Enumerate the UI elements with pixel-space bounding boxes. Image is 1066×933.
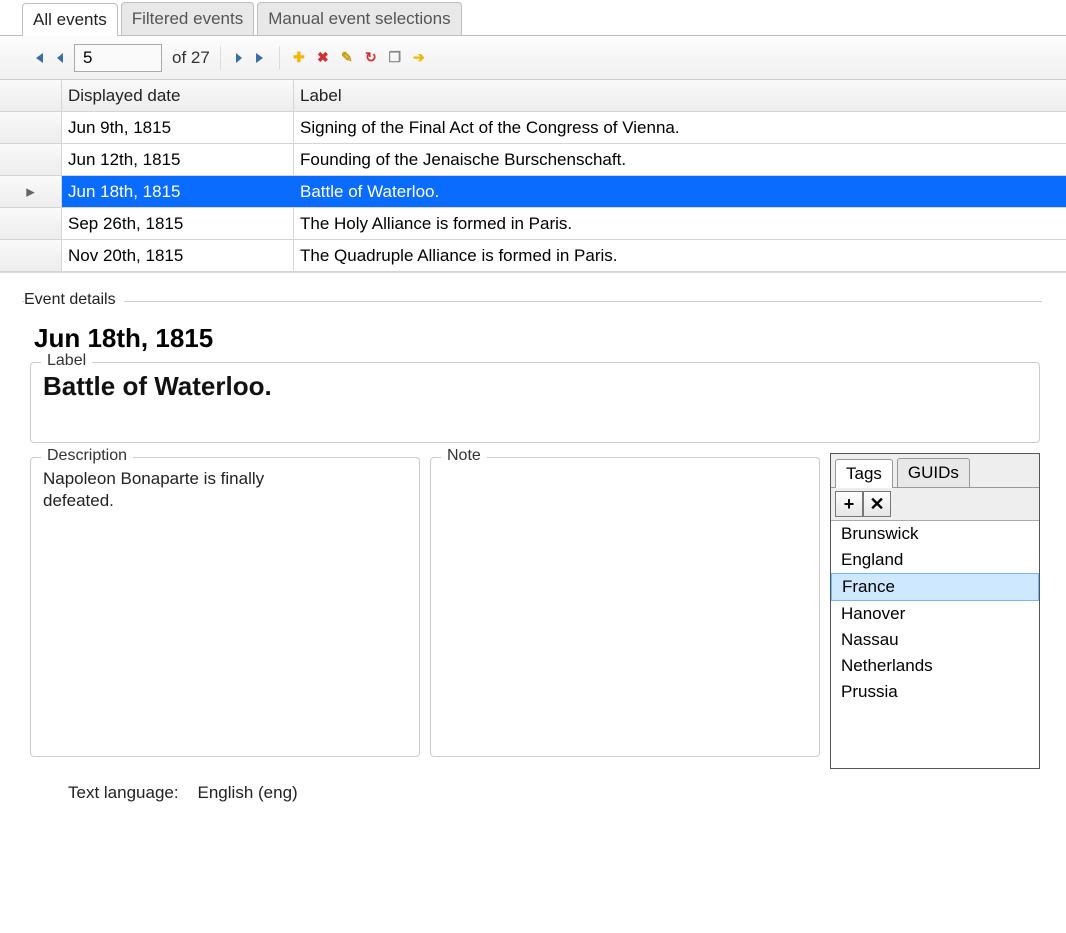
next-page-icon[interactable]	[231, 50, 247, 66]
page-number-input[interactable]	[74, 44, 162, 72]
tags-toolbar: + ✕	[831, 488, 1039, 520]
table-row[interactable]: Jun 9th, 1815Signing of the Final Act of…	[0, 112, 1066, 144]
cell-date: Jun 18th, 1815	[62, 176, 294, 207]
description-fieldset: Description Napoleon Bonaparte is finall…	[30, 457, 420, 757]
tag-item[interactable]: Brunswick	[831, 521, 1039, 547]
tag-item[interactable]: France	[831, 573, 1039, 601]
table-row[interactable]: Jun 12th, 1815Founding of the Jenaische …	[0, 144, 1066, 176]
remove-tag-button[interactable]: ✕	[863, 491, 891, 517]
tag-item[interactable]: Nassau	[831, 627, 1039, 653]
row-indicator	[0, 240, 62, 271]
tab-tags[interactable]: Tags	[835, 459, 893, 488]
cell-label: Founding of the Jenaische Burschenschaft…	[294, 144, 1066, 175]
refresh-icon[interactable]: ↻	[362, 49, 380, 67]
language-label: Text language:	[68, 783, 179, 802]
cell-date: Jun 12th, 1815	[62, 144, 294, 175]
cell-label: Signing of the Final Act of the Congress…	[294, 112, 1066, 143]
copy-icon[interactable]: ❐	[386, 49, 404, 67]
row-indicator	[0, 144, 62, 175]
label-fieldset: Label Battle of Waterloo.	[30, 362, 1040, 443]
event-grid: Displayed date Label Jun 9th, 1815Signin…	[0, 80, 1066, 273]
main-tab-row: All events Filtered events Manual event …	[0, 0, 1066, 36]
event-date-heading: Jun 18th, 1815	[34, 323, 1042, 354]
description-legend: Description	[41, 447, 133, 465]
language-value: English (eng)	[198, 783, 298, 802]
tab-filtered-events[interactable]: Filtered events	[121, 2, 255, 35]
last-page-icon[interactable]	[253, 50, 269, 66]
prev-page-icon[interactable]	[52, 50, 68, 66]
add-icon[interactable]: ✚	[290, 49, 308, 67]
page-total-label: of 27	[172, 48, 210, 68]
note-legend: Note	[441, 447, 487, 465]
cell-label: The Quadruple Alliance is formed in Pari…	[294, 240, 1066, 271]
label-legend: Label	[41, 352, 92, 370]
tag-item[interactable]: Prussia	[831, 679, 1039, 705]
row-indicator: ▸	[0, 176, 62, 207]
edit-icon[interactable]: ✎	[338, 49, 356, 67]
row-indicator	[0, 208, 62, 239]
table-row[interactable]: ▸Jun 18th, 1815Battle of Waterloo.	[0, 176, 1066, 208]
delete-icon[interactable]: ✖	[314, 49, 332, 67]
cell-date: Nov 20th, 1815	[62, 240, 294, 271]
paging-toolbar: of 27 ✚ ✖ ✎ ↻ ❐ ➔	[0, 36, 1066, 80]
grid-header-row: Displayed date Label	[0, 80, 1066, 112]
cell-date: Sep 26th, 1815	[62, 208, 294, 239]
first-page-icon[interactable]	[30, 50, 46, 66]
note-fieldset: Note	[430, 457, 820, 757]
tag-item[interactable]: Netherlands	[831, 653, 1039, 679]
arrow-right-icon[interactable]: ➔	[410, 49, 428, 67]
cell-label: Battle of Waterloo.	[294, 176, 1066, 207]
tags-list[interactable]: BrunswickEnglandFranceHanoverNassauNethe…	[831, 520, 1039, 768]
tab-all-events[interactable]: All events	[22, 3, 118, 36]
tag-item[interactable]: Hanover	[831, 601, 1039, 627]
rowheader-cell	[0, 80, 62, 111]
column-header-label[interactable]: Label	[294, 80, 1066, 111]
cell-label: The Holy Alliance is formed in Paris.	[294, 208, 1066, 239]
tab-guids[interactable]: GUIDs	[897, 458, 970, 487]
separator	[279, 46, 280, 70]
tab-manual-selections[interactable]: Manual event selections	[257, 2, 461, 35]
cell-date: Jun 9th, 1815	[62, 112, 294, 143]
language-row: Text language: English (eng)	[22, 769, 1042, 803]
add-tag-button[interactable]: +	[835, 491, 863, 517]
table-row[interactable]: Sep 26th, 1815The Holy Alliance is forme…	[0, 208, 1066, 240]
event-details-section: Event details Jun 18th, 1815 Label Battl…	[0, 273, 1066, 803]
event-label-text: Battle of Waterloo.	[41, 371, 1029, 402]
column-header-date[interactable]: Displayed date	[62, 80, 294, 111]
tags-panel: Tags GUIDs + ✕ BrunswickEnglandFranceHan…	[830, 453, 1040, 769]
tags-tab-row: Tags GUIDs	[831, 454, 1039, 488]
separator	[220, 46, 221, 70]
tag-item[interactable]: England	[831, 547, 1039, 573]
description-text[interactable]: Napoleon Bonaparte is finally defeated.	[43, 468, 303, 512]
row-indicator	[0, 112, 62, 143]
table-row[interactable]: Nov 20th, 1815The Quadruple Alliance is …	[0, 240, 1066, 272]
event-details-title: Event details	[24, 291, 124, 309]
